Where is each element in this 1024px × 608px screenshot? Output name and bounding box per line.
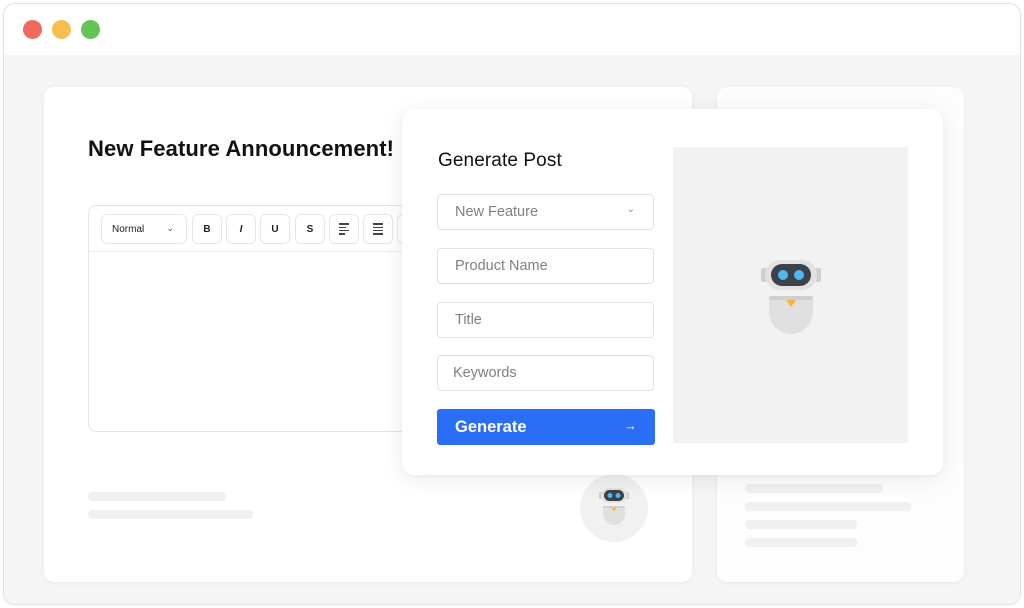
assistant-bot-button[interactable] (580, 474, 648, 542)
italic-button[interactable]: I (226, 214, 256, 244)
panel-title: Generate Post (438, 150, 562, 171)
generate-post-panel: Generate Post New Feature ⌄ Generate → (402, 109, 943, 475)
maximize-window-button[interactable] (81, 20, 100, 39)
generate-label: Generate (455, 417, 527, 436)
arrow-right-icon: → (624, 418, 637, 433)
close-window-button[interactable] (23, 20, 42, 39)
title-field[interactable] (437, 302, 654, 338)
text-style-value: Normal (112, 223, 145, 235)
minimize-window-button[interactable] (52, 20, 71, 39)
text-style-dropdown[interactable]: Normal ⌄ (101, 214, 187, 244)
preview-area (673, 147, 908, 443)
product-name-field[interactable] (437, 248, 654, 284)
product-name-input[interactable] (455, 249, 653, 283)
app-window: New Feature Announcement! Normal ⌄ B I U… (3, 3, 1021, 605)
robot-icon (761, 260, 821, 334)
document-title: New Feature Announcement! (88, 136, 395, 161)
align-left-icon (339, 223, 349, 235)
title-input[interactable] (455, 303, 653, 337)
keywords-input[interactable] (453, 356, 653, 390)
chevron-down-icon: ⌄ (166, 223, 174, 233)
skeleton-line (88, 492, 226, 501)
post-type-value: New Feature (455, 204, 539, 220)
strikethrough-button[interactable]: S (295, 214, 325, 244)
skeleton-line (88, 510, 253, 519)
title-bar (4, 4, 1020, 55)
chevron-down-icon: ⌄ (626, 204, 635, 215)
skeleton-line (745, 502, 911, 511)
align-left-button[interactable] (329, 214, 359, 244)
bold-button[interactable]: B (192, 214, 222, 244)
generate-button[interactable]: Generate → (437, 409, 655, 445)
skeleton-line (745, 538, 857, 547)
post-type-dropdown[interactable]: New Feature ⌄ (437, 194, 654, 230)
skeleton-line (745, 484, 883, 493)
underline-button[interactable]: U (260, 214, 290, 244)
skeleton-line (745, 520, 857, 529)
justify-icon (373, 223, 383, 235)
justify-button[interactable] (363, 214, 393, 244)
robot-icon (599, 488, 629, 525)
keywords-field[interactable] (437, 355, 654, 391)
